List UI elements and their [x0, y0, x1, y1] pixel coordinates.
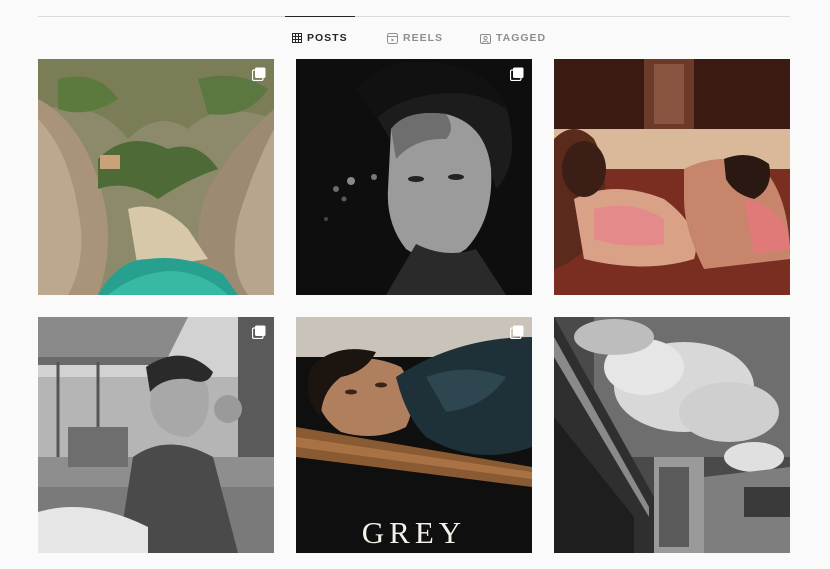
- tab-reels-label: REELS: [403, 32, 444, 44]
- portrait-man-dark: [296, 59, 532, 295]
- multiple-photos-icon: [510, 325, 524, 339]
- posts-grid: GREY: [38, 59, 790, 553]
- architecture-clouds: [554, 317, 790, 553]
- post-portrait-dark[interactable]: [296, 59, 532, 295]
- grid-icon: [292, 33, 302, 43]
- couple-on-sofa: [554, 59, 790, 295]
- multiple-photos-icon: [252, 67, 266, 81]
- tab-tagged-label: TAGGED: [496, 32, 547, 44]
- tab-posts-label: POSTS: [307, 32, 348, 44]
- post-architecture-clouds[interactable]: [554, 317, 790, 553]
- man-on-terrace: [38, 317, 274, 553]
- tab-tagged[interactable]: TAGGED: [480, 16, 546, 60]
- post-man-terrace[interactable]: [38, 317, 274, 553]
- coastal-cove-photo: [38, 59, 274, 295]
- post-grey-magazine[interactable]: GREY: [296, 317, 532, 553]
- post-couple-sofa[interactable]: [554, 59, 790, 295]
- multiple-photos-icon: [252, 325, 266, 339]
- magazine-title: GREY: [361, 515, 467, 550]
- multiple-photos-icon: [510, 67, 524, 81]
- reels-icon: [387, 32, 398, 44]
- post-coastal-cove[interactable]: [38, 59, 274, 295]
- profile-tabs: POSTS REELS TAGGED: [38, 16, 790, 60]
- tab-posts[interactable]: POSTS: [285, 16, 355, 60]
- tab-reels[interactable]: REELS: [387, 16, 443, 60]
- tagged-icon: [480, 33, 491, 44]
